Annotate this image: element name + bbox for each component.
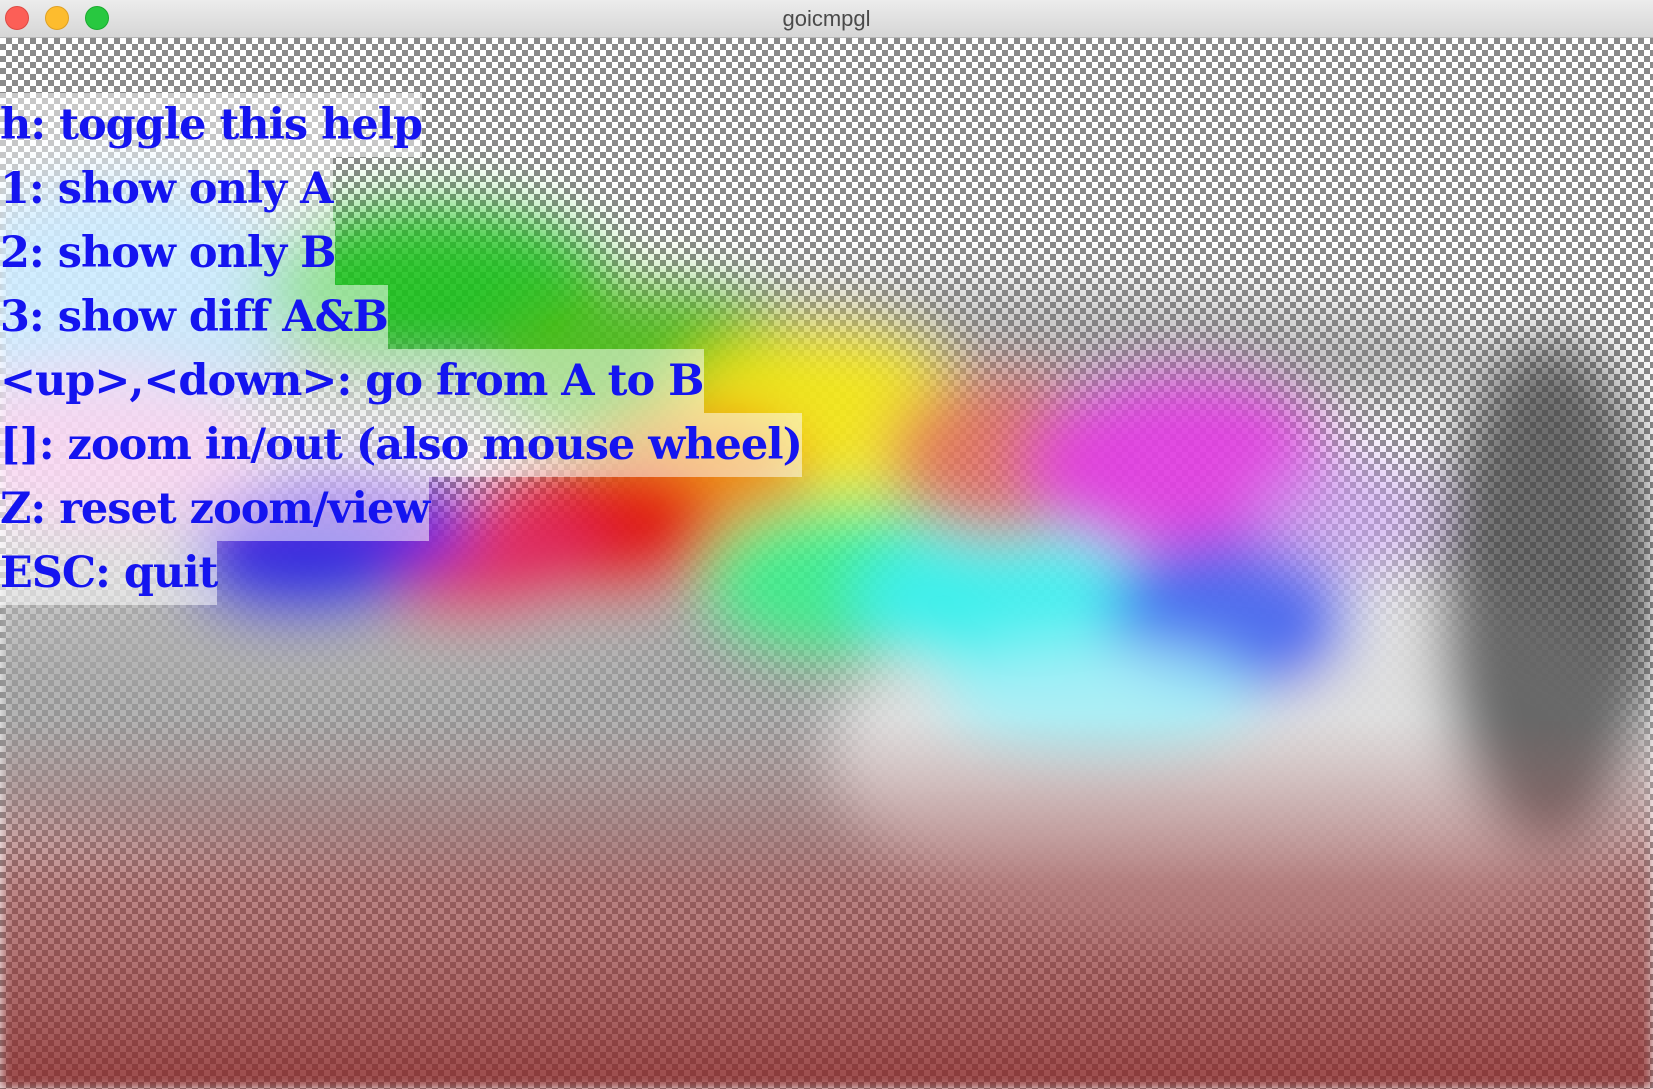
help-line-go-a-to-b: <up>,<down>: go from A to B (0, 349, 704, 413)
help-line-show-diff: 3: show diff A&B (0, 285, 389, 349)
help-line-show-a: 1: show only A (0, 157, 333, 221)
title-bar[interactable]: goicmpgl (0, 0, 1653, 38)
help-line-toggle: h: toggle this help (0, 93, 423, 157)
app-window: goicmpgl h: toggle this help 1: show onl… (0, 0, 1653, 1089)
help-overlay: h: toggle this help 1: show only A 2: sh… (0, 93, 803, 605)
window-title: goicmpgl (782, 6, 871, 31)
help-line-quit: ESC: quit (0, 541, 218, 605)
help-line-zoom: []: zoom in/out (also mouse wheel) (0, 413, 803, 477)
help-line-show-b: 2: show only B (0, 221, 336, 285)
help-line-reset: Z: reset zoom/view (0, 477, 430, 541)
image-canvas[interactable]: h: toggle this help 1: show only A 2: sh… (0, 38, 1653, 1089)
